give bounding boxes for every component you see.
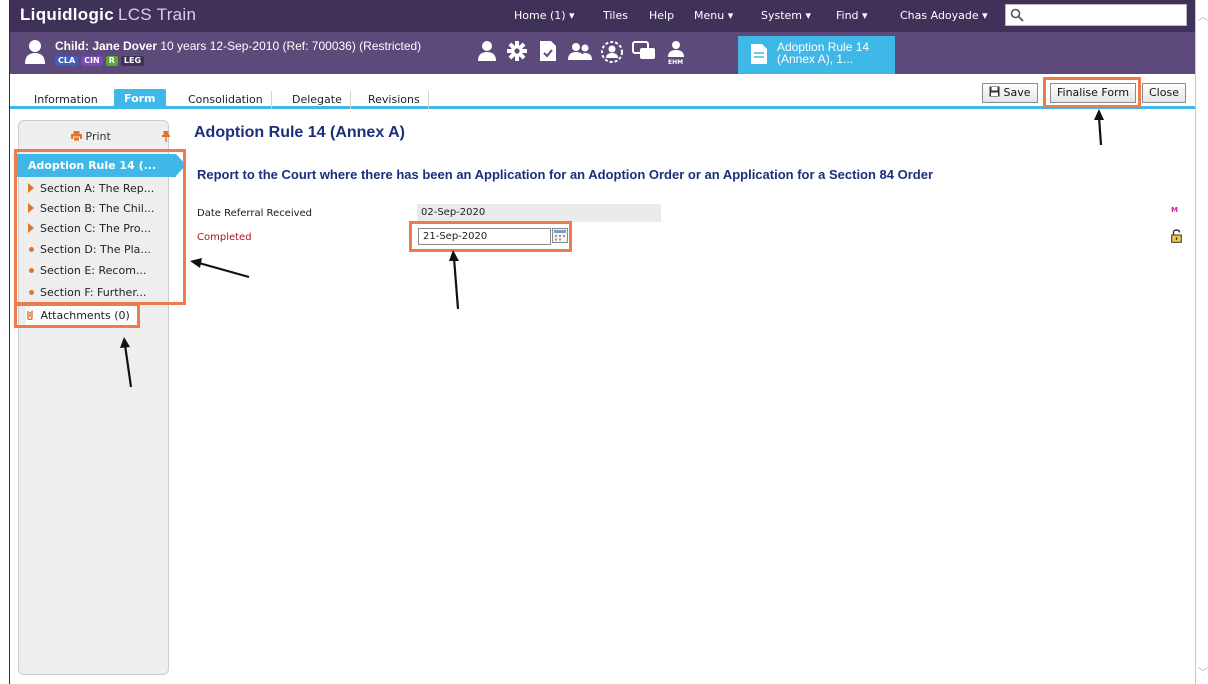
app-window: Liquidlogic LCS Train Home (1) ▾ Tiles He… — [9, 0, 1196, 684]
scroll-up-icon[interactable]: ︿ — [1198, 8, 1208, 23]
scroll-down-icon[interactable]: ﹀ — [1198, 664, 1208, 679]
annotation-arrows — [120, 109, 1104, 388]
